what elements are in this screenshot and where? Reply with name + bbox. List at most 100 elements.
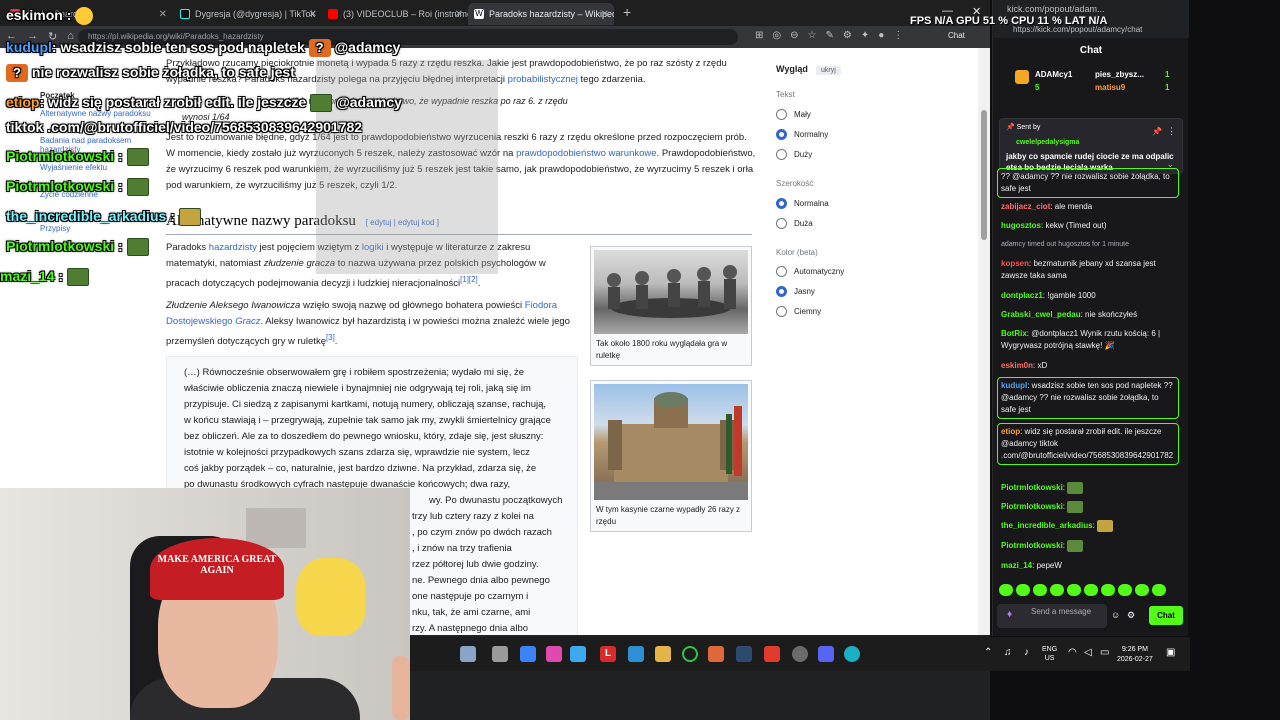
- radio-icon[interactable]: [776, 129, 787, 140]
- link-fiodora[interactable]: Fiodora: [525, 300, 557, 311]
- chat-message[interactable]: Piotrmlotkowski:: [1001, 482, 1181, 494]
- profile-icon[interactable]: ●: [878, 30, 884, 41]
- app-icon[interactable]: [546, 646, 562, 662]
- leaderboard-name[interactable]: matisu9: [1095, 83, 1125, 92]
- tab-wikipedia[interactable]: W Paradoks hazardzisty – Wikipedia ✕: [468, 3, 614, 25]
- app-icon[interactable]: [708, 646, 724, 662]
- tab-tiktok-profile[interactable]: Dygresja (@dygresja) | TikTok ✕: [174, 3, 322, 25]
- close-icon[interactable]: ✕: [159, 9, 167, 20]
- emote-icon[interactable]: [1084, 584, 1098, 596]
- battery-icon[interactable]: ▭: [1100, 647, 1109, 658]
- brave-icon[interactable]: [764, 646, 780, 662]
- app-icon[interactable]: [492, 646, 508, 662]
- radio-icon[interactable]: [776, 149, 787, 160]
- chat-username[interactable]: kopsen: [1001, 259, 1029, 268]
- chat-username[interactable]: Piotrmlotkowski: [1001, 541, 1063, 550]
- app-icon[interactable]: [520, 646, 536, 662]
- language-indicator[interactable]: ENG US: [1042, 645, 1057, 663]
- emote-icon[interactable]: [1101, 584, 1115, 596]
- mail-icon[interactable]: [628, 646, 644, 662]
- app-icon[interactable]: [792, 646, 808, 662]
- folder-icon[interactable]: [655, 646, 671, 662]
- puzzle-icon[interactable]: ✦: [861, 30, 869, 41]
- close-icon[interactable]: ✕: [601, 9, 609, 20]
- chat-message[interactable]: zabijacz_ciot: ale menda: [1001, 201, 1181, 213]
- chat-message[interactable]: etiop: widz się postarał zrobił edit. il…: [997, 423, 1179, 465]
- chat-username[interactable]: Piotrmlotkowski: [1001, 483, 1063, 492]
- chat-message[interactable]: kudupl: wsadzisz sobie ten sos pod naple…: [997, 377, 1179, 419]
- chat-message[interactable]: eskim0n: xD: [1001, 360, 1181, 372]
- chat-username[interactable]: Piotrmlotkowski: [1001, 502, 1063, 511]
- steam-icon[interactable]: [736, 646, 752, 662]
- link-probabilistyczny[interactable]: probabilistycznej: [508, 74, 578, 85]
- close-icon[interactable]: ✕: [455, 9, 463, 20]
- more-icon[interactable]: ⋮: [1167, 126, 1176, 137]
- radio-width-normal[interactable]: Normalna: [776, 198, 829, 209]
- roulette-engraving-image[interactable]: [594, 250, 748, 334]
- leaderboard-name[interactable]: ADAMcy1: [1035, 70, 1072, 79]
- chat-username[interactable]: dontplacz1: [1001, 291, 1043, 300]
- discord-icon[interactable]: [818, 646, 834, 662]
- chat-message[interactable]: the_incredible_arkadius:: [1001, 520, 1181, 532]
- settings-gear-icon[interactable]: ⚙: [1127, 610, 1135, 621]
- radio-text-large[interactable]: Duży: [776, 149, 812, 160]
- radio-text-normal[interactable]: Normalny: [776, 129, 828, 140]
- chat-message[interactable]: ?? @adamcy ?? nie rozwalisz sobie żołądk…: [997, 168, 1179, 198]
- radio-width-wide[interactable]: Duża: [776, 218, 813, 229]
- mic-icon[interactable]: ♦: [1007, 610, 1012, 620]
- gemini-chat-button[interactable]: Chat: [948, 31, 965, 40]
- chat-username[interactable]: zabijacz_ciot: [1001, 202, 1050, 211]
- app-icon[interactable]: L: [600, 646, 616, 662]
- link-hazardzisty[interactable]: hazardzisty: [209, 242, 257, 253]
- chat-username[interactable]: mazi_14: [1001, 561, 1032, 570]
- bookmark-star-icon[interactable]: ☆: [808, 30, 817, 41]
- chat-message[interactable]: dontplacz1: !gamble 1000: [1001, 290, 1181, 302]
- link-gracz[interactable]: Gracz: [235, 316, 260, 327]
- link-dostojewskiego[interactable]: Dostojewskiego: [166, 316, 233, 327]
- chat-username[interactable]: etiop: [1001, 427, 1020, 436]
- emote-icon[interactable]: [1118, 584, 1132, 596]
- extension-icon[interactable]: ✎: [825, 30, 833, 41]
- hide-button[interactable]: ukryj: [816, 66, 841, 75]
- emote-icon[interactable]: [1067, 584, 1081, 596]
- new-tab-button[interactable]: +: [623, 4, 631, 20]
- radio-icon[interactable]: [776, 109, 787, 120]
- emote-icon[interactable]: [1050, 584, 1064, 596]
- link-prawdopodobienstwo-warunkowe[interactable]: prawdopodobieństwo warunkowe: [516, 148, 656, 159]
- app-icon[interactable]: [682, 646, 698, 662]
- chat-message[interactable]: mazi_14: pepeW: [1001, 560, 1181, 572]
- volume-icon[interactable]: ◁: [1084, 647, 1092, 658]
- citation-link[interactable]: [1][2]: [460, 275, 478, 284]
- chat-username[interactable]: eskim0n: [1001, 361, 1033, 370]
- scrollbar-thumb[interactable]: [981, 110, 987, 240]
- radio-icon[interactable]: [776, 306, 787, 317]
- chat-username[interactable]: the_incredible_arkadius: [1001, 521, 1093, 530]
- radio-icon[interactable]: [776, 198, 787, 209]
- menu-icon[interactable]: ⋮: [893, 30, 903, 41]
- emote-icon[interactable]: [1135, 584, 1149, 596]
- chat-message[interactable]: Grabski_cwel_pedau: nie skończyłeś: [1001, 309, 1181, 321]
- emote-icon[interactable]: [1033, 584, 1047, 596]
- chat-message[interactable]: Piotrmlotkowski:: [1001, 501, 1181, 513]
- chat-username[interactable]: kudupl: [1001, 381, 1027, 390]
- translate-icon[interactable]: ⊞: [755, 30, 763, 41]
- pinned-user[interactable]: cwelelpedalysigma: [1016, 139, 1079, 146]
- emote-icon[interactable]: [999, 584, 1013, 596]
- radio-color-dark[interactable]: Ciemny: [776, 306, 821, 317]
- chat-message[interactable]: BotRix: @dontplacz1 Wynik rzutu kością: …: [1001, 328, 1181, 352]
- emote-icon[interactable]: [1016, 584, 1030, 596]
- radio-text-small[interactable]: Mały: [776, 109, 811, 120]
- chat-message[interactable]: Piotrmlotkowski:: [1001, 540, 1181, 552]
- headphones-icon[interactable]: ♫: [1004, 647, 1012, 658]
- chat-username[interactable]: Grabski_cwel_pedau: [1001, 310, 1081, 319]
- chat-username[interactable]: BotRix: [1001, 329, 1027, 338]
- taskbar-clock[interactable]: 9:26 PM 2026-02-27: [1117, 645, 1153, 665]
- wifi-icon[interactable]: ◠: [1068, 647, 1077, 658]
- extension-icon-2[interactable]: ⚙: [843, 30, 852, 41]
- send-chat-button[interactable]: Chat: [1149, 606, 1183, 625]
- mountain-app-icon[interactable]: [460, 646, 476, 662]
- radio-icon[interactable]: [776, 218, 787, 229]
- chat-message[interactable]: kopsen: bezmaturnik jebany xd szansa jes…: [1001, 258, 1181, 282]
- citation-link[interactable]: [3]: [326, 333, 335, 342]
- lens-icon[interactable]: ◎: [772, 30, 781, 41]
